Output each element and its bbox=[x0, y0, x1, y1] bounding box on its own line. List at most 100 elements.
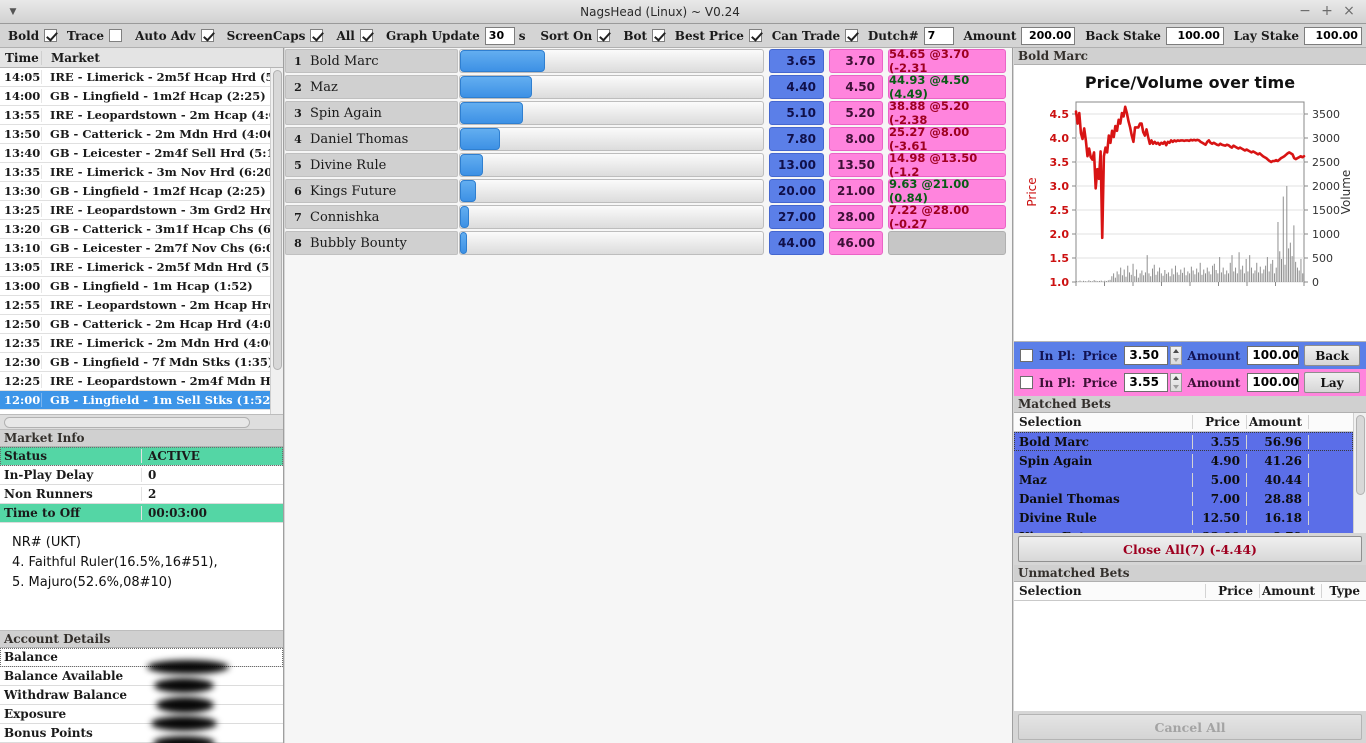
matched-bet-row[interactable]: Daniel Thomas7.0028.88 bbox=[1014, 489, 1353, 508]
market-list-item[interactable]: 12:25IRE - Leopardstown - 2m4f Mdn Hrd bbox=[0, 372, 283, 391]
runner-pl-cell[interactable]: 9.63 @21.00 (0.84) bbox=[888, 179, 1006, 203]
runner-name-cell[interactable]: 2Maz bbox=[285, 75, 458, 99]
runner-name-cell[interactable]: 3Spin Again bbox=[285, 101, 458, 125]
toolbar-auto-adv-checkbox[interactable] bbox=[201, 29, 214, 42]
runner-row[interactable]: 2Maz4.404.5044.93 @4.50 (4.49) bbox=[285, 74, 1012, 100]
runner-probability-bar[interactable] bbox=[459, 179, 764, 203]
runner-pl-cell[interactable]: 7.22 @28.00 (-0.27 bbox=[888, 205, 1006, 229]
market-list-item[interactable]: 13:30GB - Lingfield - 1m2f Hcap (2:25) bbox=[0, 182, 283, 201]
maximize-icon[interactable]: + bbox=[1316, 1, 1338, 23]
unmatched-bets-body[interactable] bbox=[1014, 601, 1366, 711]
runner-row[interactable]: 4Daniel Thomas 7.808.0025.27 @8.00 (-3.61 bbox=[285, 126, 1012, 152]
cancel-all-button[interactable]: Cancel All bbox=[1018, 714, 1362, 740]
close-all-button[interactable]: Close All(7) (-4.44) bbox=[1018, 536, 1362, 562]
market-list-item[interactable]: 12:30GB - Lingfield - 7f Mdn Stks (1:35) bbox=[0, 353, 283, 372]
runner-probability-bar[interactable] bbox=[459, 127, 764, 151]
runner-name-cell[interactable]: 4Daniel Thomas bbox=[285, 127, 458, 151]
matched-bets-scrollbar[interactable] bbox=[1353, 413, 1366, 533]
lay-inplay-checkbox[interactable] bbox=[1020, 376, 1033, 389]
toolbar-bold[interactable]: Bold bbox=[4, 29, 57, 43]
market-list-item[interactable]: 14:00GB - Lingfield - 1m2f Hcap (2:25) bbox=[0, 87, 283, 106]
toolbar-all[interactable]: All bbox=[332, 29, 372, 43]
back-stake-input[interactable]: 100.00 bbox=[1166, 27, 1224, 45]
dutch-input[interactable]: 7 bbox=[924, 27, 954, 45]
runner-back-price[interactable]: 7.80 bbox=[769, 127, 824, 151]
toolbar-can-trade[interactable]: Can Trade bbox=[768, 29, 858, 43]
stepper-up-icon[interactable] bbox=[1173, 349, 1179, 353]
lay-stake-input[interactable]: 100.00 bbox=[1304, 27, 1362, 45]
toolbar-trace[interactable]: Trace bbox=[63, 29, 122, 43]
runner-name-cell[interactable]: 8Bubbly Bounty bbox=[285, 231, 458, 255]
market-list-scrollbar[interactable] bbox=[270, 68, 283, 414]
market-list-item[interactable]: 13:35IRE - Limerick - 3m Nov Hrd (6:20) bbox=[0, 163, 283, 182]
toolbar-auto-adv[interactable]: Auto Adv bbox=[131, 29, 213, 43]
matched-bet-row[interactable]: Kings Future23.008.79 bbox=[1014, 527, 1353, 533]
runner-probability-bar[interactable] bbox=[459, 231, 764, 255]
toolbar-screencaps[interactable]: ScreenCaps bbox=[223, 29, 324, 43]
toolbar-sort-on[interactable]: Sort On bbox=[536, 29, 610, 43]
runner-back-price[interactable]: 27.00 bbox=[769, 205, 824, 229]
runner-back-price[interactable]: 13.00 bbox=[769, 153, 824, 177]
market-list-item[interactable]: 13:10GB - Leicester - 2m7f Nov Chs (6:03… bbox=[0, 239, 283, 258]
runner-back-price[interactable]: 20.00 bbox=[769, 179, 824, 203]
runner-probability-bar[interactable] bbox=[459, 153, 764, 177]
runner-probability-bar[interactable] bbox=[459, 205, 764, 229]
runner-lay-price[interactable]: 46.00 bbox=[829, 231, 883, 255]
runner-lay-price[interactable]: 3.70 bbox=[829, 49, 883, 73]
market-list-item[interactable]: 13:55IRE - Leopardstown - 2m Hcap (4:06) bbox=[0, 106, 283, 125]
runner-pl-cell[interactable] bbox=[888, 231, 1006, 255]
market-list-item[interactable]: 14:05IRE - Limerick - 2m5f Hcap Hrd (5:3… bbox=[0, 68, 283, 87]
stepper-up-icon[interactable] bbox=[1173, 376, 1179, 380]
back-price-input[interactable]: 3.50 bbox=[1124, 346, 1168, 365]
market-list-item[interactable]: 12:50GB - Catterick - 2m Hcap Hrd (4:06) bbox=[0, 315, 283, 334]
runner-row[interactable]: 7Connishka 27.0028.007.22 @28.00 (-0.27 bbox=[285, 204, 1012, 230]
market-list-item[interactable]: 13:00GB - Lingfield - 1m Hcap (1:52) bbox=[0, 277, 283, 296]
stepper-down-icon[interactable] bbox=[1173, 385, 1179, 389]
lay-amount-input[interactable]: 100.00 bbox=[1247, 373, 1299, 392]
runner-name-cell[interactable]: 6Kings Future bbox=[285, 179, 458, 203]
runner-back-price[interactable]: 5.10 bbox=[769, 101, 824, 125]
runner-pl-cell[interactable]: 14.98 @13.50 (-1.2 bbox=[888, 153, 1006, 177]
runner-probability-bar[interactable] bbox=[459, 101, 764, 125]
matched-bets-scroll-thumb[interactable] bbox=[1356, 415, 1365, 495]
runner-lay-price[interactable]: 13.50 bbox=[829, 153, 883, 177]
stepper-down-icon[interactable] bbox=[1173, 358, 1179, 362]
runner-name-cell[interactable]: 7Connishka bbox=[285, 205, 458, 229]
runner-row[interactable]: 6Kings Future20.0021.009.63 @21.00 (0.84… bbox=[285, 178, 1012, 204]
market-list[interactable]: 14:05IRE - Limerick - 2m5f Hcap Hrd (5:3… bbox=[0, 68, 283, 414]
runner-row[interactable]: 5Divine Rule 13.0013.5014.98 @13.50 (-1.2 bbox=[285, 152, 1012, 178]
matched-bet-row[interactable]: Bold Marc3.5556.96 bbox=[1014, 432, 1353, 451]
lay-price-stepper[interactable] bbox=[1170, 373, 1182, 392]
toolbar-bold-checkbox[interactable] bbox=[44, 29, 57, 42]
market-list-item[interactable]: 12:35IRE - Limerick - 2m Mdn Hrd (4:06) bbox=[0, 334, 283, 353]
runner-lay-price[interactable]: 4.50 bbox=[829, 75, 883, 99]
toolbar-best-price-checkbox[interactable] bbox=[749, 29, 762, 42]
runner-name-cell[interactable]: 5Divine Rule bbox=[285, 153, 458, 177]
back-button[interactable]: Back bbox=[1304, 345, 1360, 366]
toolbar-best-price[interactable]: Best Price bbox=[671, 29, 762, 43]
runner-row[interactable]: 8Bubbly Bounty44.0046.00 bbox=[285, 230, 1012, 256]
runner-pl-cell[interactable]: 25.27 @8.00 (-3.61 bbox=[888, 127, 1006, 151]
runner-row[interactable]: 1Bold Marc 3.653.7054.65 @3.70 (-2.31 bbox=[285, 48, 1012, 74]
market-list-scroll-thumb[interactable] bbox=[273, 70, 282, 370]
runner-pl-cell[interactable]: 38.88 @5.20 (-2.38 bbox=[888, 101, 1006, 125]
runner-name-cell[interactable]: 1Bold Marc bbox=[285, 49, 458, 73]
market-list-item[interactable]: 13:25IRE - Leopardstown - 3m Grd2 Hrd .. bbox=[0, 201, 283, 220]
runner-lay-price[interactable]: 28.00 bbox=[829, 205, 883, 229]
minimize-icon[interactable]: − bbox=[1294, 1, 1316, 23]
back-inplay-checkbox[interactable] bbox=[1020, 349, 1033, 362]
runner-back-price[interactable]: 3.65 bbox=[769, 49, 824, 73]
toolbar-can-trade-checkbox[interactable] bbox=[845, 29, 858, 42]
market-list-item[interactable]: 13:05IRE - Limerick - 2m5f Mdn Hrd (5:30 bbox=[0, 258, 283, 277]
matched-bet-row[interactable]: Divine Rule12.5016.18 bbox=[1014, 508, 1353, 527]
toolbar-trace-checkbox[interactable] bbox=[109, 29, 122, 42]
runner-probability-bar[interactable] bbox=[459, 49, 764, 73]
window-menu-icon[interactable]: ▼ bbox=[0, 0, 26, 24]
runner-lay-price[interactable]: 5.20 bbox=[829, 101, 883, 125]
market-list-hscroll-thumb[interactable] bbox=[4, 417, 250, 428]
matched-bets-body[interactable]: SelectionPriceAmountBold Marc3.5556.96Sp… bbox=[1014, 413, 1353, 533]
runner-pl-cell[interactable]: 54.65 @3.70 (-2.31 bbox=[888, 49, 1006, 73]
market-list-item[interactable]: 13:40GB - Leicester - 2m4f Sell Hrd (5:1… bbox=[0, 144, 283, 163]
market-list-item[interactable]: 12:55IRE - Leopardstown - 2m Hcap Hrd . bbox=[0, 296, 283, 315]
runner-lay-price[interactable]: 8.00 bbox=[829, 127, 883, 151]
